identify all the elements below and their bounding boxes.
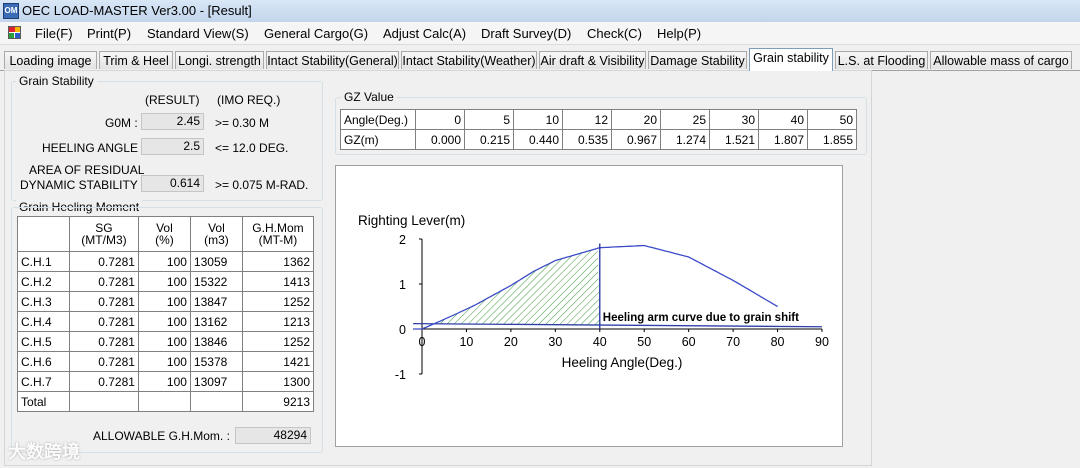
- app-logo-icon: OM: [3, 3, 19, 19]
- menu-file[interactable]: File(F): [35, 26, 73, 41]
- tab-damage-stability[interactable]: Damage Stability: [648, 51, 747, 69]
- y-tick-label: 0: [399, 323, 406, 337]
- header-cell: Vol (m3): [189, 216, 243, 252]
- table-row: C.H.6 0.7281 100 15378 1421: [17, 351, 315, 372]
- y-tick-label: 1: [399, 278, 406, 292]
- x-tick-label: 40: [593, 335, 607, 349]
- allowable-gh-mom-label: ALLOWABLE G.H.Mom. :: [93, 429, 230, 443]
- x-tick-label: 0: [419, 335, 426, 349]
- menu-check[interactable]: Check(C): [587, 26, 642, 41]
- x-tick-label: 30: [548, 335, 562, 349]
- result-column-header: (RESULT): [145, 93, 200, 107]
- table-row: C.H.1 0.7281 100 13059 1362: [17, 251, 315, 272]
- menu-print[interactable]: Print(P): [87, 26, 131, 41]
- tab-ls-at-flooding[interactable]: L.S. at Flooding: [835, 51, 928, 69]
- header-cell: SG (MT/M3): [68, 216, 139, 252]
- grain-heeling-moment-table: SG (MT/M3) Vol (%) Vol (m3) G.H.Mom (MT-M) C…: [17, 216, 315, 412]
- tab-allowable-mass-of-cargo[interactable]: Allowable mass of cargo: [930, 51, 1072, 69]
- allowable-gh-mom-value: 48294: [235, 427, 311, 444]
- angle-row-label: Angle(Deg.): [340, 109, 416, 130]
- tab-longi-strength[interactable]: Longi. strength: [175, 51, 264, 69]
- menu-draft-survey[interactable]: Draft Survey(D): [481, 26, 571, 41]
- y-tick-label: -1: [395, 368, 406, 382]
- imo-req-column-header: (IMO REQ.): [217, 93, 281, 107]
- x-tick-label: 70: [726, 335, 740, 349]
- table-row: C.H.7 0.7281 100 13097 1300: [17, 371, 315, 392]
- x-tick-label: 20: [504, 335, 518, 349]
- tab-strip: Loading image Trim & Heel Longi. strengt…: [0, 48, 1080, 71]
- heeling-angle-value: 2.5: [141, 138, 204, 155]
- menu-adjust-calc[interactable]: Adjust Calc(A): [383, 26, 466, 41]
- x-tick-label: 90: [815, 335, 829, 349]
- tab-intact-stability-general[interactable]: Intact Stability(General): [266, 51, 399, 69]
- x-tick-label: 60: [682, 335, 696, 349]
- y-axis-title: Righting Lever(m): [358, 213, 465, 228]
- heeling-arm-line: [413, 322, 823, 328]
- table-row: C.H.2 0.7281 100 15322 1413: [17, 271, 315, 292]
- heeling-angle-requirement: <= 12.0 DEG.: [215, 141, 289, 155]
- gz-row: GZ(m) 0.000 0.215 0.440 0.535 0.967 1.27…: [340, 129, 857, 150]
- area-label-line1: AREA OF RESIDUAL: [29, 163, 145, 177]
- y-tick-label: 2: [399, 233, 406, 247]
- table-total-row: Total 9213: [17, 391, 315, 412]
- grain-stability-caption: Grain Stability: [16, 74, 97, 88]
- tab-trim-heel[interactable]: Trim & Heel: [99, 51, 173, 69]
- table-row: C.H.5 0.7281 100 13846 1252: [17, 331, 315, 352]
- menu-bar: File(F) Print(P) Standard View(S) Genera…: [0, 22, 1080, 45]
- area-value: 0.614: [141, 175, 204, 192]
- tab-loading-image[interactable]: Loading image: [4, 51, 97, 69]
- header-cell: Vol (%): [137, 216, 191, 252]
- gom-label: G0M :: [105, 116, 138, 130]
- window-title: OEC LOAD-MASTER Ver3.00 - [Result]: [22, 3, 252, 18]
- tab-intact-stability-weather[interactable]: Intact Stability(Weather): [401, 51, 537, 69]
- grain-stability-panel: Grain Stability (RESULT) (IMO REQ.) G0M …: [4, 70, 872, 466]
- angle-row: Angle(Deg.) 0 5 10 12 20 25 30 40 50: [340, 109, 857, 130]
- watermark-logo: 大数跨境: [8, 442, 80, 462]
- x-tick-label: 50: [637, 335, 651, 349]
- menu-standard-view[interactable]: Standard View(S): [147, 26, 249, 41]
- tab-grain-stability[interactable]: Grain stability: [749, 48, 833, 71]
- x-tick-label: 10: [459, 335, 473, 349]
- area-label-line2: DYNAMIC STABILITY :: [20, 178, 145, 192]
- gz-value-table: Angle(Deg.) 0 5 10 12 20 25 30 40 50 GZ(…: [340, 109, 857, 150]
- gom-requirement: >= 0.30 M: [215, 116, 270, 130]
- header-cell: [17, 216, 70, 252]
- x-tick-label: 80: [771, 335, 785, 349]
- table-header-row: SG (MT/M3) Vol (%) Vol (m3) G.H.Mom (MT-M): [17, 216, 315, 252]
- mdi-window-icon[interactable]: [8, 26, 21, 39]
- gz-curve-chart: 0 10 20 30 40 50 60 70 80 90 2 1 0 -1 Righting Lever(m…: [335, 165, 843, 447]
- tab-air-draft-visibility[interactable]: Air draft & Visibility: [539, 51, 646, 69]
- area-requirement: >= 0.075 M-RAD.: [215, 178, 309, 192]
- gz-value-caption: GZ Value: [341, 90, 397, 104]
- table-row: C.H.4 0.7281 100 13162 1213: [17, 311, 315, 332]
- menu-general-cargo[interactable]: General Cargo(G): [264, 26, 368, 41]
- table-row: C.H.3 0.7281 100 13847 1252: [17, 291, 315, 312]
- gom-value: 2.45: [141, 113, 204, 130]
- gz-row-label: GZ(m): [340, 129, 416, 150]
- heeling-angle-label: HEELING ANGLE: [42, 141, 139, 155]
- gz-curve-svg: 0 10 20 30 40 50 60 70 80 90210-1Righting Lever(m…: [358, 213, 829, 382]
- heeling-arm-annotation: Heeling arm curve due to grain shift: [603, 312, 799, 324]
- title-bar: OM OEC LOAD-MASTER Ver3.00 - [Result]: [0, 0, 1080, 23]
- x-axis-title: Heeling Angle(Deg.): [562, 355, 683, 370]
- menu-help[interactable]: Help(P): [657, 26, 701, 41]
- header-cell: G.H.Mom (MT-M): [241, 216, 315, 252]
